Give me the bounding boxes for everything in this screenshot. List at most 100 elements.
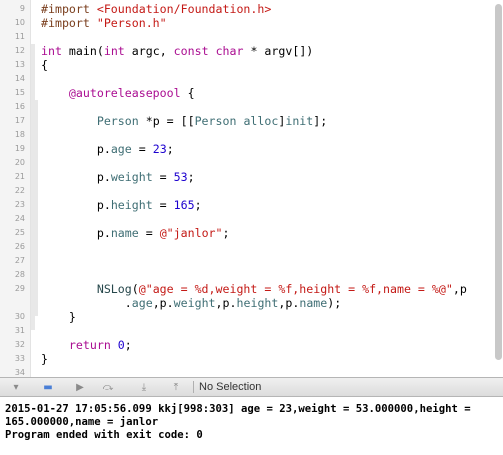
code-token: ,p. [278, 296, 300, 310]
vertical-scrollbar[interactable] [495, 4, 502, 360]
line-number: 21 [14, 172, 25, 181]
code-text: return 0; [41, 338, 132, 352]
code-text: int main(int argc, const char * argv[]) [41, 44, 313, 58]
code-text: p.height = 165; [41, 198, 202, 212]
code-token: age [110, 142, 132, 156]
line-number: 16 [14, 102, 25, 111]
code-token: p. [41, 198, 111, 212]
code-token: ); [327, 296, 342, 310]
code-token: int [103, 44, 125, 58]
code-token: ; [187, 170, 195, 184]
hide-debug-area-icon[interactable]: ▾ [8, 380, 24, 394]
code-line[interactable]: 10 #import "Person.h" [0, 16, 503, 30]
code-token: weight [110, 170, 153, 184]
code-token: = [138, 226, 160, 240]
line-number: 31 [14, 326, 25, 335]
code-line[interactable]: 20 [0, 156, 503, 170]
code-token: int [41, 44, 62, 58]
code-line[interactable]: 13 { [0, 58, 503, 72]
code-line[interactable]: 28 [0, 268, 503, 282]
code-text: #import "Person.h" [41, 16, 167, 30]
code-token: ]; [313, 114, 328, 128]
code-line[interactable]: 29 NSLog(@"age = %d,weight = %f,height =… [0, 282, 503, 296]
code-line[interactable]: 26 [0, 240, 503, 254]
code-token: argc, [124, 44, 174, 58]
code-token: return [68, 338, 111, 352]
code-token: #import [41, 2, 97, 16]
code-line[interactable]: 9 #import <Foundation/Foundation.h> [0, 2, 503, 16]
code-token: Person [194, 114, 237, 128]
pause-continue-icon[interactable]: ▶ [72, 380, 88, 394]
debug-separator [193, 381, 194, 393]
code-line[interactable]: 14 [0, 72, 503, 86]
code-token: ,p. [215, 296, 237, 310]
code-line[interactable]: 27 [0, 254, 503, 268]
code-token: 23 [152, 142, 167, 156]
code-line[interactable]: 11 [0, 30, 503, 44]
code-line[interactable]: 12 int main(int argc, const char * argv[]… [0, 44, 503, 58]
code-token: 0 [117, 338, 125, 352]
code-token: #import [41, 16, 97, 30]
line-number: 34 [14, 368, 25, 377]
console-text: 2015-01-27 17:05:56.099 kkj[998:303] age… [5, 403, 471, 441]
code-token: const [173, 44, 209, 58]
line-number: 28 [14, 270, 25, 279]
code-line[interactable]: 34 [0, 366, 503, 377]
code-token: @"age = %d,weight = %f,height = %f,name … [138, 282, 453, 296]
code-line[interactable]: 19 p.age = 23; [0, 142, 503, 156]
code-token: "Person.h" [96, 16, 167, 30]
line-number: 32 [14, 340, 25, 349]
code-line[interactable]: 33} [0, 352, 503, 366]
code-token: height [236, 296, 279, 310]
code-token: char [215, 44, 244, 58]
code-line[interactable]: 23 p.height = 165; [0, 198, 503, 212]
code-line[interactable]: 18 [0, 128, 503, 142]
code-editor[interactable]: 9 #import <Foundation/Foundation.h> 10 #imp… [0, 0, 503, 377]
code-line[interactable]: 15 @autoreleasepool { [0, 86, 503, 100]
code-line[interactable]: .age,p.weight,p.height,p.name); [0, 296, 503, 310]
code-token: alloc [243, 114, 279, 128]
code-line[interactable]: 32 return 0; [0, 338, 503, 352]
step-over-icon[interactable]: ⤼ [100, 380, 116, 394]
code-token: height [110, 198, 153, 212]
step-out-icon[interactable]: ⤒ [168, 380, 184, 394]
code-token: main( [61, 44, 104, 58]
code-line[interactable]: 22 [0, 184, 503, 198]
code-line[interactable]: 30 } [0, 310, 503, 324]
line-number: 24 [14, 214, 25, 223]
line-number: 18 [14, 130, 25, 139]
code-line[interactable]: 16 [0, 100, 503, 114]
line-number: 15 [14, 88, 25, 97]
code-text: { [41, 58, 48, 72]
line-number: 20 [14, 158, 25, 167]
code-text: @autoreleasepool { [41, 86, 195, 100]
line-number: 13 [14, 60, 25, 69]
code-token: @"janlor" [159, 226, 223, 240]
code-token: p. [41, 226, 111, 240]
code-text: p.weight = 53; [41, 170, 195, 184]
code-token: NSLog [96, 282, 132, 296]
code-line[interactable]: 24 [0, 212, 503, 226]
code-token: } [41, 352, 48, 366]
code-token: ; [166, 142, 174, 156]
code-line[interactable]: 17 Person *p = [[Person alloc]init]; [0, 114, 503, 128]
code-token: } [41, 310, 76, 324]
code-token: * argv[]) [243, 44, 314, 58]
console-output-area[interactable]: 2015-01-27 17:05:56.099 kkj[998:303] age… [0, 397, 503, 455]
step-into-icon[interactable]: ⤓ [136, 380, 152, 394]
line-number: 26 [14, 242, 25, 251]
code-token: ; [124, 338, 132, 352]
code-text: } [41, 310, 76, 324]
line-number: 12 [14, 46, 25, 55]
debug-bar: ▾ ▬ ▶ ⤼ ⤓ ⤒ No Selection [0, 377, 503, 397]
code-token: = [152, 198, 174, 212]
breakpoint-toggle-icon[interactable]: ▬ [40, 380, 56, 394]
code-line[interactable]: 31 [0, 324, 503, 338]
code-line[interactable]: 21 p.weight = 53; [0, 170, 503, 184]
code-token: . [41, 296, 132, 310]
code-token: name [110, 226, 139, 240]
code-token: ,p [452, 282, 467, 296]
code-line[interactable]: 25 p.name = @"janlor"; [0, 226, 503, 240]
line-number: 23 [14, 200, 25, 209]
code-token: *p = [[ [138, 114, 195, 128]
